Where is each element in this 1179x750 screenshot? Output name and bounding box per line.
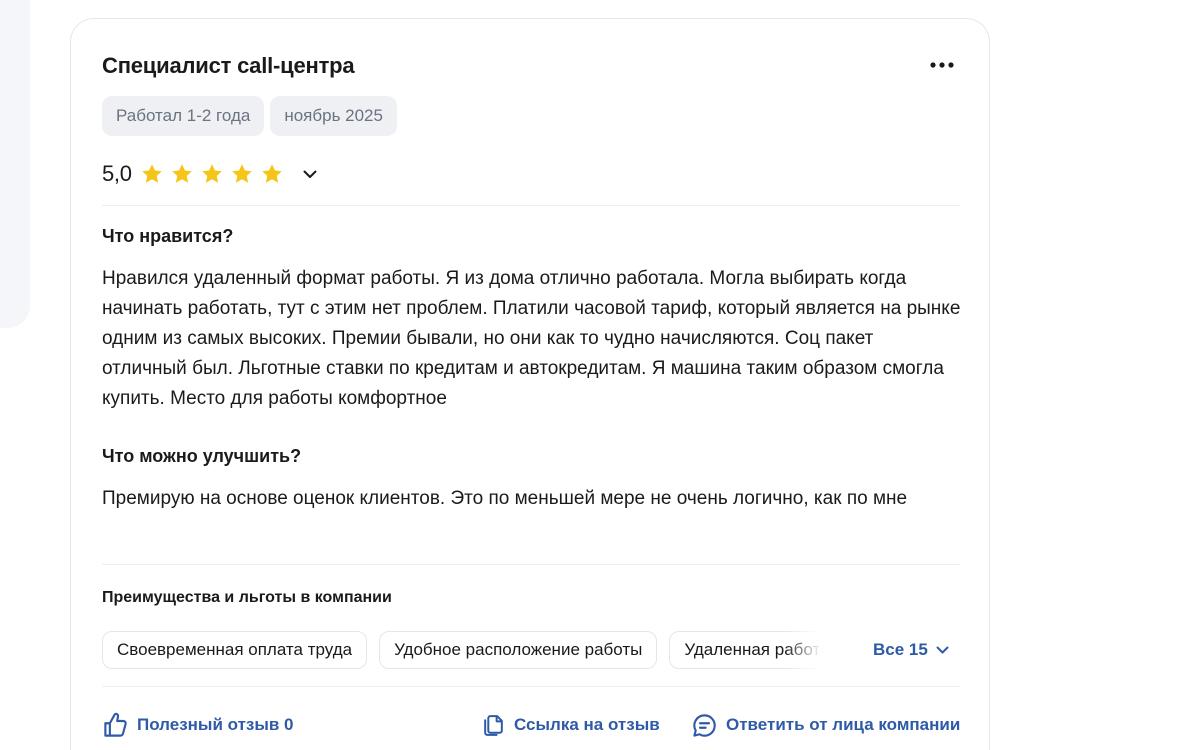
more-options-button[interactable] bbox=[926, 49, 958, 81]
review-link-button[interactable]: Ссылка на отзыв bbox=[481, 709, 660, 741]
chevron-down-icon bbox=[936, 646, 949, 654]
all-benefits-label: Все 15 bbox=[873, 640, 928, 659]
thumbs-up-icon bbox=[104, 712, 127, 737]
tag-date: ноябрь 2025 bbox=[270, 96, 397, 136]
company-reply-button[interactable]: Ответить от лица компании bbox=[691, 709, 960, 741]
chat-reply-icon bbox=[693, 713, 716, 737]
fade-overlay bbox=[785, 631, 825, 669]
star-icon bbox=[171, 164, 192, 183]
review-actions: Полезный отзыв 0 Ссылка на отзыв Ответит… bbox=[102, 709, 962, 741]
rating-value: 5,0 bbox=[102, 161, 132, 186]
rating: 5,0 bbox=[102, 161, 322, 187]
job-title: Специалист call-центра bbox=[102, 53, 355, 78]
benefits-row: Своевременная оплата труда Удобное распо… bbox=[102, 630, 960, 670]
tag-experience: Работал 1-2 года bbox=[102, 96, 265, 136]
star-icon bbox=[261, 164, 282, 183]
company-reply-label: Ответить от лица компании bbox=[726, 715, 961, 734]
star-icon bbox=[231, 164, 252, 183]
benefit-chip: Удобное расположение работы bbox=[379, 631, 658, 669]
divider bbox=[102, 205, 960, 206]
helpful-label: Полезный отзыв 0 bbox=[137, 715, 294, 734]
star-icon bbox=[141, 164, 162, 183]
copy-link-icon bbox=[484, 714, 503, 736]
benefits-heading: Преимущества и льготы в компании bbox=[102, 589, 392, 606]
chevron-down-icon bbox=[303, 170, 317, 178]
review-card: Специалист call-центра Работал 1-2 года … bbox=[70, 18, 990, 750]
divider bbox=[102, 686, 960, 687]
star-icon bbox=[201, 164, 222, 183]
left-panel bbox=[0, 0, 30, 328]
likes-heading: Что нравится? bbox=[102, 226, 234, 246]
benefit-chip: Своевременная оплата труда bbox=[102, 631, 368, 669]
review-link-label: Ссылка на отзыв bbox=[514, 715, 660, 734]
rating-expand-button[interactable] bbox=[298, 162, 322, 186]
likes-text: Нравился удаленный формат работы. Я из д… bbox=[102, 268, 961, 409]
review-tags: Работал 1-2 года ноябрь 2025 bbox=[102, 96, 397, 136]
more-dots-icon bbox=[930, 62, 954, 68]
improve-heading: Что можно улучшить? bbox=[102, 446, 302, 466]
divider bbox=[102, 564, 960, 565]
improve-text: Премирую на основе оценок клиентов. Это … bbox=[102, 488, 908, 509]
benefits-list: Своевременная оплата труда Удобное распо… bbox=[102, 631, 825, 669]
all-benefits-button[interactable]: Все 15 bbox=[873, 640, 949, 660]
helpful-button[interactable]: Полезный отзыв 0 bbox=[102, 709, 294, 741]
